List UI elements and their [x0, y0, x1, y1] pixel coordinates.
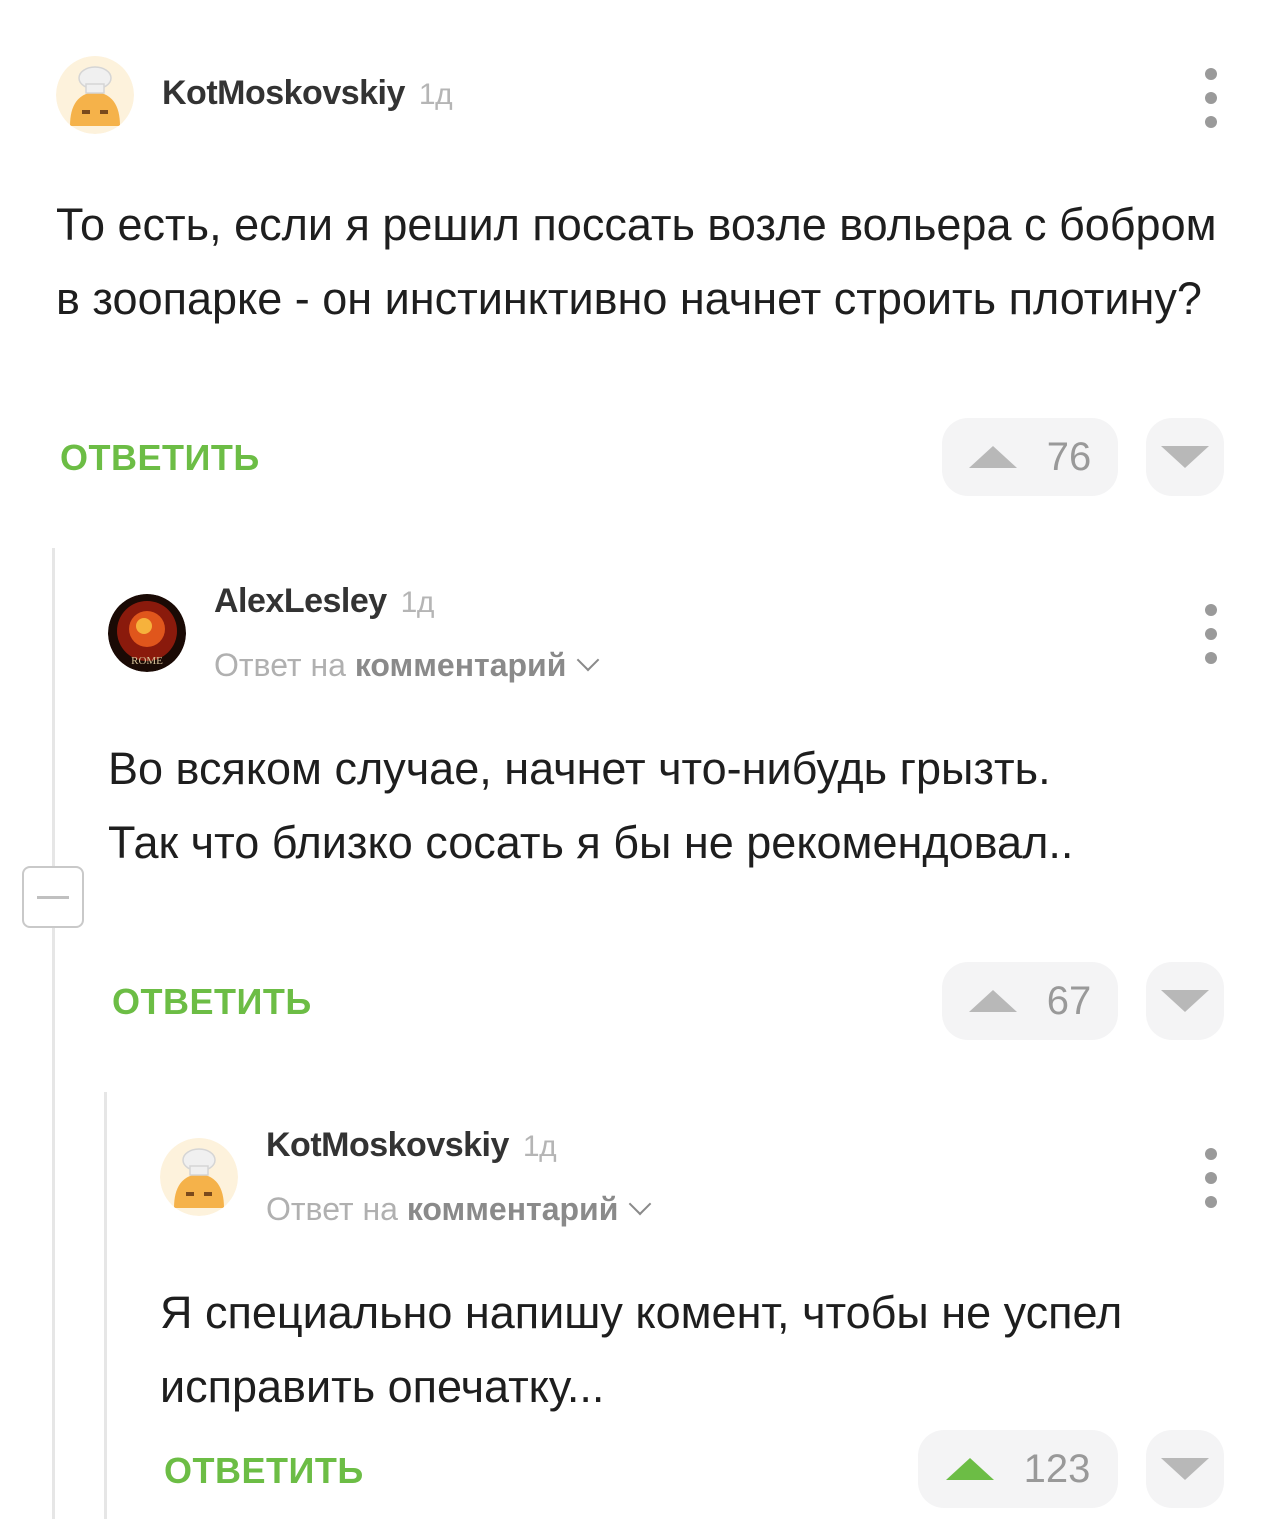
reply-button[interactable]: ОТВЕТИТЬ: [112, 981, 312, 1023]
comment-time: 1д: [418, 78, 453, 111]
comment-menu-button[interactable]: [1196, 1148, 1226, 1208]
triangle-up-icon: [968, 446, 1017, 468]
vote-count: 123: [1023, 1446, 1091, 1491]
collapse-thread-button[interactable]: [22, 866, 84, 928]
vertical-dots-icon: [1205, 1148, 1217, 1160]
vote-count: 76: [1046, 434, 1092, 479]
minus-icon: [37, 895, 69, 899]
downvote-button[interactable]: [1146, 418, 1224, 496]
chef-cat-avatar-icon: [160, 1138, 238, 1216]
avatar[interactable]: [56, 56, 134, 134]
triangle-up-icon: [945, 1458, 994, 1480]
triangle-up-icon: [968, 990, 1017, 1012]
reply-button[interactable]: ОТВЕТИТЬ: [164, 1450, 364, 1492]
reply-to-link[interactable]: Ответ на комментарий: [266, 1191, 652, 1228]
comment-time: 1д: [400, 586, 435, 619]
chevron-down-icon: [629, 1192, 652, 1216]
avatar[interactable]: ROME: [108, 594, 186, 672]
comment-author[interactable]: KotMoskovskiy 1д: [266, 1126, 557, 1165]
vertical-dots-icon: [1205, 604, 1217, 616]
thread-line-level-1: [52, 548, 55, 1519]
downvote-button[interactable]: [1146, 962, 1224, 1040]
reply-to-link[interactable]: Ответ на комментарий: [214, 647, 600, 684]
triangle-down-icon: [1161, 1458, 1209, 1480]
downvote-button[interactable]: [1146, 1430, 1224, 1508]
comment-menu-button[interactable]: [1196, 68, 1226, 128]
comment-text: Я специально напишу комент, чтобы не усп…: [160, 1287, 1123, 1412]
upvote-button[interactable]: 76: [942, 418, 1118, 496]
vote-count: 67: [1046, 978, 1092, 1023]
svg-text:ROME: ROME: [131, 655, 163, 667]
upvote-button[interactable]: 67: [942, 962, 1118, 1040]
triangle-down-icon: [1161, 990, 1209, 1012]
comment-author[interactable]: KotMoskovskiy 1д: [162, 74, 453, 113]
avatar[interactable]: [160, 1138, 238, 1216]
comment-time: 1д: [522, 1130, 557, 1163]
comment-text: То есть, если я решил поссать возле воль…: [56, 199, 1217, 324]
upvote-button[interactable]: 123: [918, 1430, 1118, 1508]
reply-button[interactable]: ОТВЕТИТЬ: [60, 437, 260, 479]
thread-line-level-2: [104, 1092, 107, 1519]
rome-avatar-icon: ROME: [108, 594, 186, 672]
vertical-dots-icon: [1205, 68, 1217, 80]
chef-cat-avatar-icon: [56, 56, 134, 134]
triangle-down-icon: [1161, 446, 1209, 468]
chevron-down-icon: [577, 648, 600, 672]
comment-author[interactable]: AlexLesley 1д: [214, 582, 434, 621]
comment-text: Во всяком случае, начнет что-нибудь грыз…: [108, 743, 1074, 868]
comment-menu-button[interactable]: [1196, 604, 1226, 664]
